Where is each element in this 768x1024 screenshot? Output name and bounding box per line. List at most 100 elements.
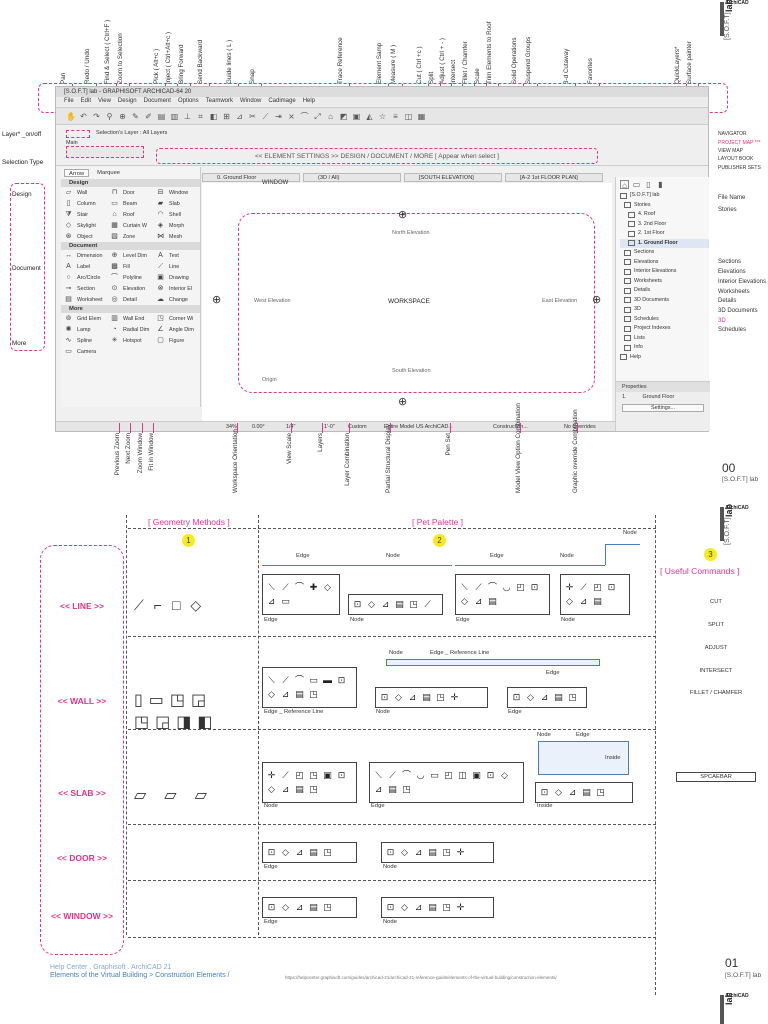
tool-beam[interactable]: ▭ Beam (107, 200, 153, 208)
tool-fill[interactable]: ▩ Fill (107, 263, 153, 271)
view-tab-2[interactable]: [SOUTH ELEVATION] (404, 173, 502, 182)
tool-column[interactable]: ▯ Column (61, 200, 107, 208)
fillet-icon[interactable]: ⌒ (300, 112, 309, 121)
pick-icon[interactable]: ✎ (131, 112, 140, 121)
tool-dimension[interactable]: ↔ Dimension (61, 252, 107, 260)
menu-cadimage[interactable]: Cadimage (268, 98, 295, 104)
tool-roof[interactable]: ⌂ Roof (107, 211, 153, 219)
tool-grid-elem[interactable]: ⊚ Grid Elem (61, 315, 107, 323)
adjust-icon[interactable]: ⇥ (274, 112, 283, 121)
nav-item[interactable]: Project Indexes (620, 324, 709, 334)
guide-lines-icon[interactable]: ⊥ (183, 112, 192, 121)
suspend-groups-icon[interactable]: ▣ (352, 112, 361, 121)
nav-item[interactable]: 3. 2nd Floor (620, 220, 709, 230)
nav-item[interactable]: 2. 1st Floor (620, 229, 709, 239)
nav-item[interactable]: 4. Roof (620, 210, 709, 220)
layer-toggle[interactable] (66, 130, 90, 138)
quicklayers-icon[interactable]: ◫ (404, 112, 413, 121)
menu-view[interactable]: View (98, 98, 111, 104)
trim-roof-icon[interactable]: ⌂ (326, 112, 335, 121)
tool-drawing[interactable]: ▣ Drawing (153, 274, 199, 282)
tool-radial-dim[interactable]: ◔ Radial Dim (107, 326, 153, 334)
project-map-icon[interactable]: ⌂ (620, 180, 629, 190)
nav-item[interactable]: 3D (620, 305, 709, 315)
north-marker-icon[interactable]: ⊕ (398, 208, 407, 221)
nav-item[interactable]: Worksheets (620, 277, 709, 287)
menu-design[interactable]: Design (118, 98, 137, 104)
menu-options[interactable]: Options (178, 98, 199, 104)
marquee-tool[interactable]: Marquee (93, 169, 124, 177)
nav-item[interactable]: 3D Documents (620, 296, 709, 306)
menu-document[interactable]: Document (144, 98, 171, 104)
cut-icon[interactable]: ✂ (248, 112, 257, 121)
tool-door[interactable]: ⊓ Door (107, 189, 153, 197)
design-section-header[interactable]: Design (61, 179, 200, 187)
view-tab-3[interactable]: [A-2 1st FLOOR PLAN] (505, 173, 603, 182)
crumb-construction[interactable]: Construction Elements / (155, 972, 229, 979)
tool-slab[interactable]: ▰ Slab (153, 200, 199, 208)
measure-icon[interactable]: ⊿ (235, 112, 244, 121)
tool-curtain-w[interactable]: ▦ Curtain W (107, 222, 153, 230)
nav-item[interactable]: Sections (620, 248, 709, 258)
settings-button[interactable]: Settings... (622, 404, 704, 412)
favorites-icon[interactable]: ☆ (378, 112, 387, 121)
tool-wall[interactable]: ▱ Wall (61, 189, 107, 197)
tool-window[interactable]: ⊟ Window (153, 189, 199, 197)
tool-arc-circle[interactable]: ○ Arc/Circle (61, 274, 107, 282)
nav-item[interactable]: Stories (620, 201, 709, 211)
menu-edit[interactable]: Edit (81, 98, 91, 104)
nav-item[interactable]: Elevations (620, 258, 709, 268)
tool-level-dim[interactable]: ⊕ Level Dim (107, 252, 153, 260)
properties-header[interactable]: Properties (616, 382, 710, 392)
tool-shell[interactable]: ◠ Shell (153, 211, 199, 219)
status-item-3[interactable]: 1'-0" (324, 422, 335, 432)
menu-teamwork[interactable]: Teamwork (206, 98, 233, 104)
tool-morph[interactable]: ◈ Morph (153, 222, 199, 230)
view-map-icon[interactable]: ▭ (632, 180, 641, 189)
tool-skylight[interactable]: ◇ Skylight (61, 222, 107, 230)
nav-item[interactable]: [S.O.F.T] lab (620, 191, 709, 201)
tool-change[interactable]: ☁ Change (153, 296, 199, 304)
tool-angle-dim[interactable]: ∠ Angle Dim (153, 326, 199, 334)
tool-polyline[interactable]: ⌒ Polyline (107, 274, 153, 282)
undo-icon[interactable]: ↶ (79, 112, 88, 121)
layers-icon[interactable]: ≡ (391, 112, 400, 121)
zoom-selection-icon[interactable]: ⊕ (118, 112, 127, 121)
view-tab-1[interactable]: (3D / All) (303, 173, 401, 182)
tool-section[interactable]: ⊸ Section (61, 285, 107, 293)
tool-elevation[interactable]: ⊙ Elevation (107, 285, 153, 293)
crumb-graphisoft[interactable]: Graphisoft (93, 964, 125, 971)
arrow-tool[interactable]: Arrow (64, 169, 90, 177)
tool-detail[interactable]: ◎ Detail (107, 296, 153, 304)
east-marker-icon[interactable]: ⊕ (592, 293, 601, 306)
tool-text[interactable]: A Text (153, 252, 199, 260)
pan-icon[interactable]: ✋ (66, 112, 76, 121)
tool-object[interactable]: ⊛ Object (61, 233, 107, 241)
redo-icon[interactable]: ↷ (92, 112, 101, 121)
split-icon[interactable]: ⟋ (261, 112, 270, 121)
snap-icon[interactable]: ⌗ (196, 112, 205, 121)
menu-window[interactable]: Window (240, 98, 261, 104)
status-item-8[interactable]: No Overrides (564, 422, 596, 432)
status-item-7[interactable]: Construction... (493, 422, 528, 432)
crumb-help-center[interactable]: Help Center (50, 964, 87, 971)
status-item-6[interactable]: US ArchiCAD... (416, 422, 453, 432)
more-section-header[interactable]: More (61, 305, 200, 313)
workspace[interactable]: WINDOW WORKSPACE North Elevation South E… (202, 180, 612, 423)
tool-camera[interactable]: ▭ Camera (61, 348, 107, 356)
south-marker-icon[interactable]: ⊕ (398, 395, 407, 408)
status-item-4[interactable]: Custom (348, 422, 367, 432)
send-backward-icon[interactable]: ▥ (170, 112, 179, 121)
element-sample-icon[interactable]: ⊞ (222, 112, 231, 121)
tool-label[interactable]: A Label (61, 263, 107, 271)
nav-item[interactable]: Info (620, 343, 709, 353)
footer-url[interactable]: https://helpcenter.graphisoft.com/guides… (285, 975, 557, 980)
crumb-archicad[interactable]: ArchiCAD 21 (131, 964, 171, 971)
crumb-elements[interactable]: Elements of the Virtual Building (50, 972, 147, 979)
status-item-1[interactable]: 0.00° (252, 422, 265, 432)
tool-hotspot[interactable]: ✳ Hotspot (107, 337, 153, 345)
tool-figure[interactable]: ▢ Figure (153, 337, 199, 345)
document-section-header[interactable]: Document (61, 242, 200, 250)
tool-mesh[interactable]: ⋈ Mesh (153, 233, 199, 241)
nav-item[interactable]: Help (620, 353, 709, 363)
